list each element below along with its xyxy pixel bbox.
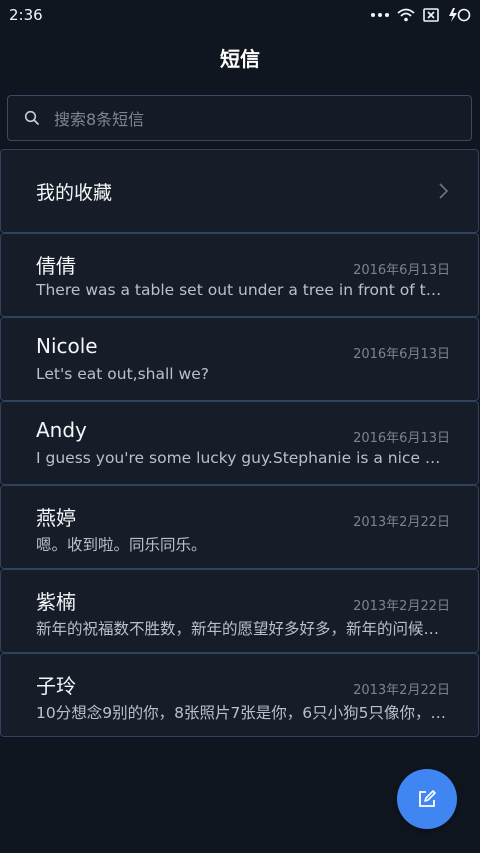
message-date: 2013年2月22日 [353, 599, 450, 614]
contact-name: 倩倩 [36, 254, 76, 278]
list-item[interactable]: Nicole 2016年6月13日 Let's eat out,shall we… [0, 317, 479, 401]
contact-name: Nicole [36, 334, 98, 358]
compose-icon [417, 789, 437, 809]
message-date: 2016年6月13日 [353, 263, 450, 278]
wifi-icon [397, 8, 415, 22]
list-item[interactable]: 子玲 2013年2月22日 10分想念9别的你，8张照片7张是你，6只小狗5只像… [0, 653, 479, 737]
page-title: 短信 [220, 46, 260, 71]
contact-name: 紫楠 [36, 590, 76, 614]
message-date: 2013年2月22日 [353, 515, 450, 530]
message-preview: 10分想念9别的你，8张照片7张是你，6只小狗5只像你，4… [36, 704, 450, 722]
search-input[interactable]: 搜索8条短信 [7, 95, 472, 141]
status-time: 2:36 [9, 6, 43, 24]
list-item[interactable]: Andy 2016年6月13日 I guess you're some luck… [0, 401, 479, 485]
contact-name: Andy [36, 418, 87, 442]
message-preview: Let's eat out,shall we? [36, 365, 209, 383]
compose-button[interactable] [397, 769, 457, 829]
message-preview: There was a table set out under a tree i… [36, 281, 450, 299]
contact-name: 子玲 [36, 674, 76, 698]
list-item[interactable]: 紫楠 2013年2月22日 新年的祝福数不胜数，新年的愿望好多好多，新年的问候… [0, 569, 479, 653]
sms-screen: 2:36 短信 搜索8条短信 我的收藏 倩倩 2016年6月13日 There … [0, 0, 480, 853]
message-preview: 嗯。收到啦。同乐同乐。 [36, 536, 207, 554]
message-list: 我的收藏 倩倩 2016年6月13日 There was a table set… [0, 149, 480, 737]
message-date: 2016年6月13日 [353, 431, 450, 446]
list-item[interactable]: 倩倩 2016年6月13日 There was a table set out … [0, 233, 479, 317]
message-date: 2016年6月13日 [353, 347, 450, 362]
chevron-right-icon [438, 182, 450, 200]
more-dots-icon [371, 13, 389, 17]
list-item[interactable]: 燕婷 2013年2月22日 嗯。收到啦。同乐同乐。 [0, 485, 479, 569]
status-bar: 2:36 [0, 0, 480, 30]
favorites-label: 我的收藏 [36, 181, 113, 204]
favorites-item[interactable]: 我的收藏 [0, 149, 479, 233]
message-date: 2013年2月22日 [353, 683, 450, 698]
status-icons [371, 7, 471, 23]
contact-name: 燕婷 [36, 506, 76, 530]
battery-charging-icon [449, 8, 471, 22]
search-placeholder: 搜索8条短信 [54, 110, 145, 129]
sim-off-icon [423, 8, 439, 22]
search-icon [24, 110, 40, 126]
message-preview: 新年的祝福数不胜数，新年的愿望好多好多，新年的问候… [36, 620, 440, 638]
message-preview: I guess you're some lucky guy.Stephanie … [36, 449, 450, 467]
